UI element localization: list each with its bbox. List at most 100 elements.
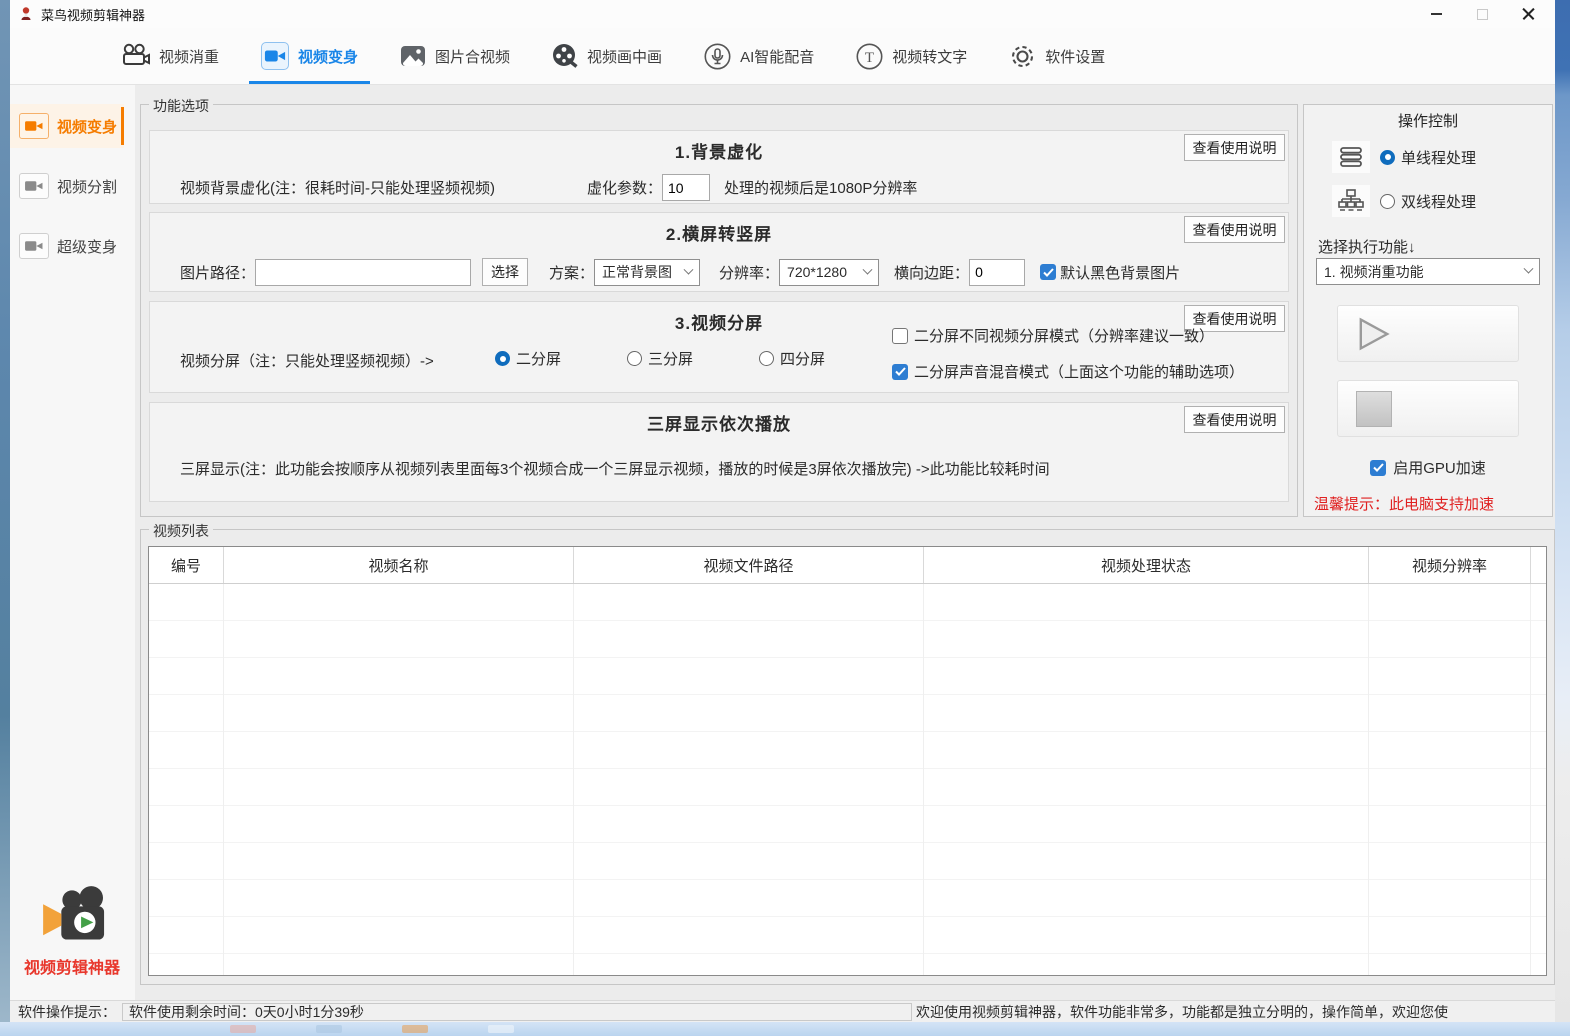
start-button[interactable]: [1337, 305, 1519, 362]
video-list-groupbox: 视频列表 编号 视频名称 视频文件路径 视频处理状态 视频分辨率: [140, 529, 1555, 985]
section-title: 2.横屏转竖屏: [150, 220, 1288, 245]
black-background-checkbox[interactable]: [1040, 264, 1056, 280]
sidebar-item-video-transform[interactable]: 视频变身: [10, 104, 124, 148]
column-header-path[interactable]: 视频文件路径: [574, 547, 924, 583]
stop-icon: [1356, 391, 1392, 427]
column-header-status[interactable]: 视频处理状态: [924, 547, 1369, 583]
tab-label: AI智能配音: [740, 46, 814, 67]
logo-label: 视频剪辑神器: [18, 954, 126, 978]
section-background-blur: 1.背景虚化 查看使用说明 视频背景虚化(注：很耗时间-只能处理竖频视频) 虚化…: [149, 130, 1289, 204]
tab-label: 视频变身: [298, 46, 358, 67]
section-landscape-to-portrait: 2.横屏转竖屏 查看使用说明 图片路径： 选择 方案： 正常背景图 分辨率：: [149, 212, 1289, 292]
function-select[interactable]: 1. 视频消重功能: [1316, 258, 1540, 285]
chevron-down-icon: [684, 264, 694, 274]
tab-ai-dubbing[interactable]: AI智能配音: [704, 28, 814, 84]
triple-screen-note: 三屏显示(注：此功能会按顺序从视频列表里面每3个视频合成一个三屏显示视频，播放的…: [180, 458, 1050, 479]
split-mode-checkbox[interactable]: 二分屏不同视频分屏模式（分辨率建议一致）: [892, 325, 1244, 346]
blur-param-input[interactable]: [662, 174, 710, 201]
movie-camera-icon: [120, 43, 150, 69]
resolution-select[interactable]: 720*1280: [779, 259, 879, 286]
video-camera-icon: [19, 113, 49, 139]
status-bar: 软件操作提示： 软件使用剩余时间：0天0小时1分39秒 欢迎使用视频剪辑神器，软…: [10, 1000, 1555, 1022]
close-button[interactable]: [1505, 0, 1551, 28]
taskbar-icon: [488, 1025, 514, 1033]
column-header-name[interactable]: 视频名称: [224, 547, 574, 583]
minimize-icon: [1431, 13, 1442, 15]
sidebar-item-video-split[interactable]: 视频分割: [10, 164, 124, 208]
section-triple-screen: 三屏显示依次播放 查看使用说明 三屏显示(注：此功能会按顺序从视频列表里面每3个…: [149, 402, 1289, 502]
video-list-table: 编号 视频名称 视频文件路径 视频处理状态 视频分辨率: [148, 546, 1547, 976]
radio-four-split[interactable]: 四分屏: [759, 348, 825, 369]
groupbox-legend: 视频列表: [149, 521, 213, 541]
app-logo: 视频剪辑神器: [18, 885, 126, 978]
sidebar-item-super-transform[interactable]: 超级变身: [10, 224, 124, 268]
sidebar-item-label: 视频变身: [57, 116, 117, 137]
section-video-splitscreen: 3.视频分屏 查看使用说明 视频分屏（注：只能处理竖频视频）-> 二分屏 三分屏: [149, 301, 1289, 393]
film-reel-icon: [552, 43, 578, 69]
tab-settings[interactable]: 软件设置: [1009, 28, 1105, 84]
margin-input[interactable]: [969, 259, 1025, 286]
split-audio-mix-checkbox[interactable]: 二分屏声音混音模式（上面这个功能的辅助选项）: [892, 361, 1244, 382]
scheme-select[interactable]: 正常背景图: [594, 259, 700, 286]
sidebar-item-label: 超级变身: [57, 236, 117, 257]
section-title: 1.背景虚化: [150, 138, 1288, 163]
help-button[interactable]: 查看使用说明: [1184, 134, 1285, 161]
section-title: 三屏显示依次播放: [150, 410, 1288, 435]
status-welcome-text: 欢迎使用视频剪辑神器，软件功能非常多，功能都是独立分明的，操作简单，欢迎您使: [912, 1003, 1555, 1021]
radio-two-split[interactable]: 二分屏: [495, 348, 561, 369]
tab-label: 图片合视频: [435, 46, 510, 67]
image-path-label: 图片路径：: [180, 262, 255, 283]
app-icon: [18, 6, 34, 22]
image-path-input[interactable]: [255, 259, 471, 286]
text-circle-icon: T: [856, 43, 883, 70]
taskbar-strip: [0, 1022, 1570, 1036]
minimize-button[interactable]: [1413, 0, 1459, 28]
column-header-number[interactable]: 编号: [149, 547, 224, 583]
blur-suffix: 处理的视频后是1080P分辨率: [724, 177, 917, 198]
table-body-empty[interactable]: [149, 584, 1546, 975]
panel-title: 操作控制: [1304, 110, 1552, 131]
resolution-label: 分辨率：: [719, 262, 779, 283]
video-camera-icon: [19, 173, 49, 199]
stop-button[interactable]: [1337, 380, 1519, 437]
sidebar: 视频变身 视频分割 超级变身: [10, 85, 135, 1000]
status-remaining-time: 软件使用剩余时间：0天0小时1分39秒: [122, 1003, 912, 1021]
radio-three-split[interactable]: 三分屏: [627, 348, 693, 369]
blur-note: 视频背景虚化(注：很耗时间-只能处理竖频视频): [180, 177, 495, 198]
video-camera-icon: [19, 233, 49, 259]
blur-param-label: 虚化参数：: [587, 177, 662, 198]
radio-icon: [1380, 150, 1395, 165]
radio-icon: [1380, 194, 1395, 209]
dual-thread-radio[interactable]: 双线程处理: [1380, 191, 1476, 212]
taskbar-icon: [402, 1025, 428, 1033]
select-function-label: 选择执行功能↓: [1318, 236, 1416, 257]
checkbox-icon: [1370, 460, 1386, 476]
tab-label: 软件设置: [1045, 46, 1105, 67]
browse-button[interactable]: 选择: [482, 258, 528, 286]
gpu-accel-checkbox[interactable]: 启用GPU加速: [1304, 457, 1552, 478]
desktop-edge-right: [1555, 0, 1570, 1022]
help-button[interactable]: 查看使用说明: [1184, 216, 1285, 243]
scheme-label: 方案：: [549, 262, 594, 283]
help-button[interactable]: 查看使用说明: [1184, 406, 1285, 433]
column-header-resolution[interactable]: 视频分辨率: [1369, 547, 1531, 583]
sidebar-item-label: 视频分割: [57, 176, 117, 197]
tab-video-to-text[interactable]: T 视频转文字: [856, 28, 967, 84]
gpu-accel-label: 启用GPU加速: [1393, 457, 1486, 478]
maximize-icon: [1477, 9, 1488, 20]
tab-image-to-video[interactable]: 图片合视频: [400, 28, 510, 84]
status-left-label: 软件操作提示：: [10, 1002, 122, 1022]
single-thread-radio[interactable]: 单线程处理: [1380, 147, 1476, 168]
maximize-button[interactable]: [1459, 0, 1505, 28]
black-background-label: 默认黑色背景图片: [1060, 262, 1180, 283]
tab-picture-in-picture[interactable]: 视频画中画: [552, 28, 662, 84]
title-bar: 菜鸟视频剪辑神器: [10, 0, 1555, 28]
single-thread-icon: [1332, 141, 1370, 173]
column-header-spacer: [1531, 547, 1546, 583]
tab-video-dedup[interactable]: 视频消重: [120, 28, 219, 84]
app-window: 菜鸟视频剪辑神器 视频消重 视频变身: [10, 0, 1555, 1022]
tab-video-transform[interactable]: 视频变身: [261, 28, 358, 84]
radio-icon: [759, 351, 774, 366]
gear-icon: [1009, 43, 1036, 70]
taskbar-icon: [316, 1025, 342, 1033]
